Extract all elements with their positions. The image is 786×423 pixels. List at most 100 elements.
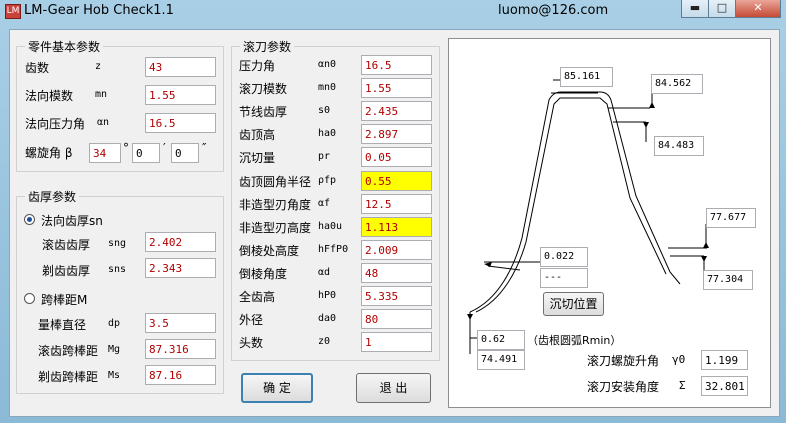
close-button[interactable]: ✕ (735, 0, 781, 18)
module-label: 法向模数 (25, 89, 74, 103)
roll-thickness-label: 滚齿齿厚 (42, 238, 91, 252)
hob-param-input[interactable]: 2.009 (361, 240, 432, 260)
shave-span-input[interactable]: 87.16 (145, 365, 216, 385)
dim-right-2: 84.483 (654, 136, 704, 156)
hob-param-symbol: mn0 (318, 82, 337, 93)
hob-param-symbol: αn0 (318, 59, 337, 70)
pin-diameter-label: 量棒直径 (38, 318, 87, 332)
dim-small-1: 0.022 (540, 247, 588, 267)
maximize-button[interactable]: □ (708, 0, 736, 18)
root-radius-value: 0.62 (477, 330, 525, 350)
hob-param-input[interactable]: 0.55 (361, 171, 432, 191)
second-unit: ″ (202, 141, 207, 155)
maximize-icon: □ (716, 1, 728, 14)
module-input[interactable]: 1.55 (145, 85, 216, 105)
install-angle-symbol: Σ (679, 379, 686, 392)
hob-param-input[interactable]: 1.113 (361, 217, 432, 237)
dim-small-2: --- (540, 268, 588, 288)
title-bar: LM LM-Gear Hob Check1.1 luomo@126.com ▬ … (0, 0, 786, 22)
dim-right-4: 77.304 (703, 270, 753, 290)
app-window: LM LM-Gear Hob Check1.1 luomo@126.com ▬ … (0, 0, 786, 423)
hob-param-label: 齿顶高 (239, 128, 276, 142)
lead-angle-symbol: γ0 (672, 353, 686, 366)
roll-span-label: 滚齿跨棒距 (38, 344, 99, 358)
pressure-angle-symbol: αn (97, 117, 110, 128)
normal-thickness-option[interactable]: 法向齿厚sn (41, 212, 103, 229)
hob-param-label: 压力角 (239, 59, 276, 73)
hob-param-input[interactable]: 80 (361, 309, 432, 329)
hob-param-input[interactable]: 12.5 (361, 194, 432, 214)
shave-thickness-label: 剃齿齿厚 (42, 264, 91, 278)
shave-thickness-symbol: sns (108, 264, 127, 275)
hob-param-symbol: pr (318, 151, 331, 162)
ok-button[interactable]: 确 定 (241, 373, 313, 403)
normal-thickness-radio[interactable] (24, 214, 35, 225)
undercut-position-button[interactable]: 沉切位置 (543, 292, 604, 316)
hob-param-symbol: hFfP0 (318, 244, 349, 255)
hob-param-input[interactable]: 1 (361, 332, 432, 352)
hob-param-input[interactable]: 0.05 (361, 147, 432, 167)
shave-span-symbol: Ms (108, 370, 121, 381)
roll-span-symbol: Mg (108, 344, 121, 355)
author-email: luomo@126.com (498, 3, 609, 18)
pin-distance-option[interactable]: 跨棒距M (41, 291, 87, 308)
hob-param-label: 齿顶圆角半径 (239, 175, 312, 189)
hob-param-symbol: ha0 (318, 128, 337, 139)
lead-angle-label: 滚刀螺旋升角 (587, 354, 660, 368)
hob-param-symbol: s0 (318, 105, 331, 116)
hob-param-label: 非造型刃高度 (239, 221, 312, 235)
hob-param-symbol: hP0 (318, 290, 337, 301)
helix-degree-input[interactable]: 34 (89, 143, 121, 163)
shave-span-label: 剃齿跨棒距 (38, 370, 99, 384)
hob-param-label: 沉切量 (239, 151, 276, 165)
hob-params-title: 滚刀参数 (240, 38, 295, 55)
dim-right-1: 84.562 (651, 74, 703, 94)
hob-param-label: 全齿高 (239, 290, 276, 304)
pin-diameter-symbol: dp (108, 318, 121, 329)
hob-param-symbol: z0 (318, 336, 331, 347)
root-radius-note: （齿根圆弧Rmin） (527, 334, 622, 347)
hob-param-input[interactable]: 2.897 (361, 124, 432, 144)
helix-second-input[interactable]: 0 (171, 143, 199, 163)
teeth-label: 齿数 (25, 61, 50, 75)
hob-param-label: 节线齿厚 (239, 105, 288, 119)
minimize-button[interactable]: ▬ (681, 0, 709, 18)
roll-thickness-symbol: sng (108, 238, 127, 249)
pin-diameter-input[interactable]: 3.5 (145, 313, 216, 333)
hob-param-label: 外径 (239, 313, 264, 327)
hob-param-label: 倒棱处高度 (239, 244, 300, 258)
lead-angle-value: 1.199 (701, 350, 748, 370)
teeth-input[interactable]: 43 (145, 57, 216, 77)
pressure-angle-input[interactable]: 16.5 (145, 113, 216, 133)
hob-param-label: 倒棱角度 (239, 267, 288, 281)
helix-angle-label: 螺旋角 β (25, 146, 73, 160)
hob-param-symbol: αf (318, 198, 331, 209)
window-title: LM-Gear Hob Check1.1 (24, 3, 174, 18)
app-logo-icon: LM (5, 4, 21, 19)
hob-param-input[interactable]: 16.5 (361, 55, 432, 75)
roll-span-input[interactable]: 87.316 (145, 339, 216, 359)
pin-distance-radio[interactable] (24, 293, 35, 304)
minute-unit: ′ (163, 141, 166, 155)
hob-param-input[interactable]: 1.55 (361, 78, 432, 98)
hob-param-symbol: αd (318, 267, 331, 278)
roll-thickness-input[interactable]: 2.402 (145, 232, 216, 252)
install-angle-label: 滚刀安装角度 (587, 380, 660, 394)
helix-minute-input[interactable]: 0 (132, 143, 160, 163)
hob-param-label: 非造型刃角度 (239, 198, 312, 212)
exit-button[interactable]: 退 出 (356, 373, 431, 403)
part-params-title: 零件基本参数 (25, 38, 104, 55)
hob-param-label: 头数 (239, 336, 264, 350)
pressure-angle-label: 法向压力角 (25, 117, 86, 131)
degree-unit: ° (123, 141, 129, 155)
hob-param-input[interactable]: 48 (361, 263, 432, 283)
shave-thickness-input[interactable]: 2.343 (145, 258, 216, 278)
hob-param-symbol: ha0u (318, 221, 343, 232)
thickness-params-title: 齿厚参数 (25, 188, 80, 205)
minimize-icon: ▬ (689, 1, 701, 14)
hob-param-input[interactable]: 2.435 (361, 101, 432, 121)
hob-param-input[interactable]: 5.335 (361, 286, 432, 306)
install-angle-value: 32.801 (701, 376, 748, 396)
hob-param-symbol: ρfp (318, 175, 337, 186)
teeth-symbol: z (95, 61, 102, 72)
